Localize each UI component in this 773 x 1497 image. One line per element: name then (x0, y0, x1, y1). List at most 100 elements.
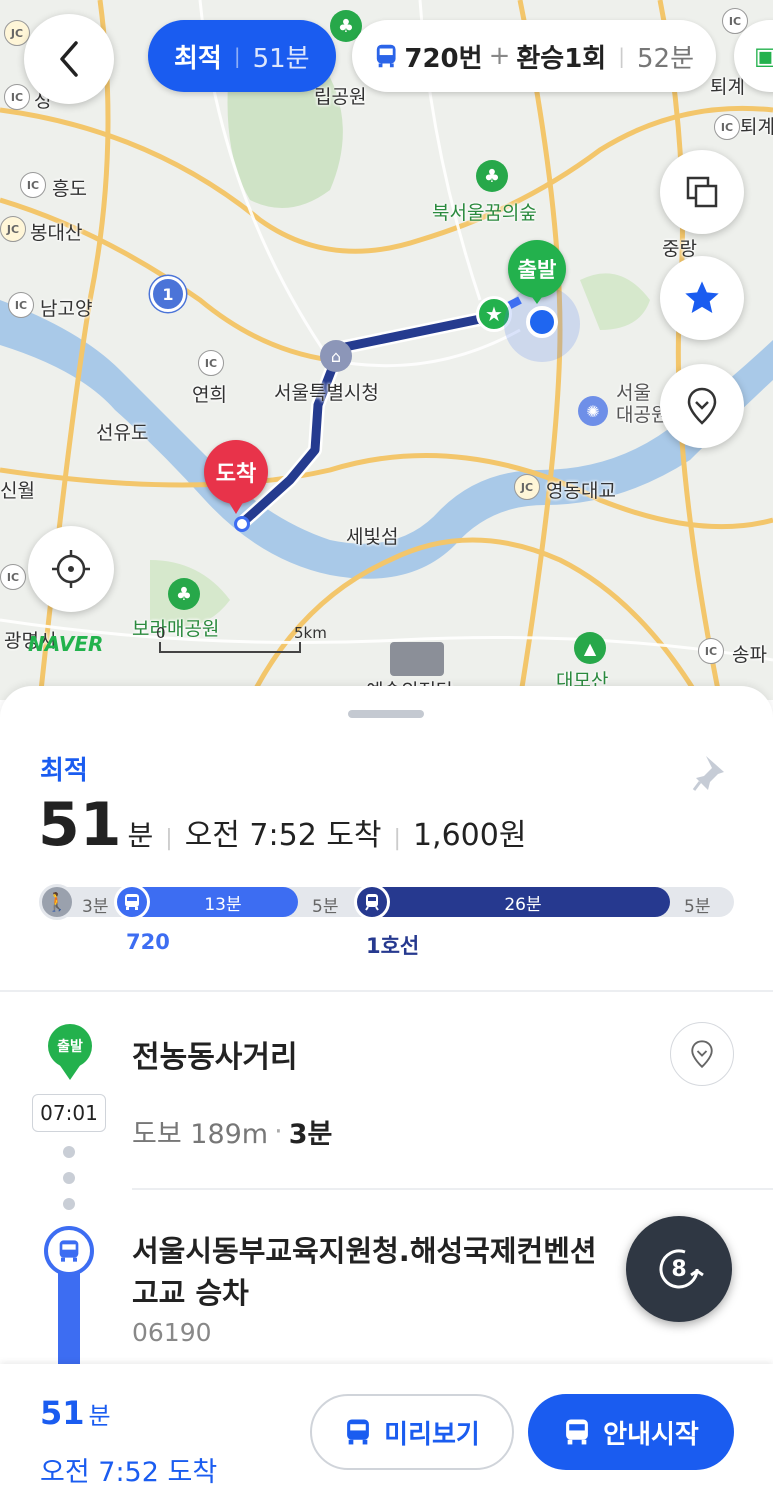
divider (132, 1188, 773, 1190)
back-button[interactable] (24, 14, 114, 104)
tab-bus-time: 52분 (636, 43, 694, 74)
bus-stop-icon (44, 1226, 94, 1276)
start-stop-name: 전농동사거리 (132, 1040, 298, 1075)
footer-duration: 51 분 (40, 1394, 111, 1432)
walk-time-2: 5분 (312, 897, 339, 917)
bus-icon (376, 44, 396, 68)
map-pin-icon (691, 1040, 713, 1069)
tab-best-label: 최적 (174, 43, 222, 74)
end-marker[interactable]: 도착 (204, 440, 268, 504)
preview-button[interactable]: 미리보기 (310, 1394, 514, 1470)
mountain-icon: ▲ (574, 632, 606, 664)
chevron-left-icon (60, 41, 78, 77)
walk-time-1: 3분 (82, 897, 109, 917)
walk-dot (63, 1198, 75, 1210)
walk-icon: 🚶 (39, 884, 75, 920)
train-icon: ▣ (754, 42, 773, 70)
ic-badge: IC (20, 172, 46, 198)
route-shield: 1 (150, 276, 186, 312)
tab-transfer: 환승1회 (516, 43, 607, 74)
ic-badge: IC (0, 564, 26, 590)
route-end-point (234, 516, 250, 532)
pushpin-icon (692, 756, 724, 791)
drag-handle[interactable] (348, 710, 424, 718)
ic-badge: IC (4, 84, 30, 110)
subway-line-label: 1호선 (366, 934, 420, 958)
start-badge: 출발 (48, 1024, 92, 1068)
divider (0, 990, 773, 992)
favorite-button[interactable] (660, 256, 744, 340)
scale-label: 5km (294, 624, 327, 642)
footer-minutes-unit: 분 (88, 1402, 111, 1430)
bus-icon (114, 884, 150, 920)
ic-badge: IC (8, 292, 34, 318)
map-label-seonyudo: 선유도 (96, 422, 149, 444)
layers-button[interactable] (660, 150, 744, 234)
start-location-button[interactable] (670, 1022, 734, 1086)
start-marker-pin (527, 290, 547, 304)
map-label-toegye: 퇴계 (740, 116, 773, 138)
divider: | (393, 826, 401, 851)
boarding-stop-name: 서울시동부교육지원청.해성국제컨벤션 고교 승차 (132, 1234, 597, 1310)
start-navigation-button[interactable]: 안내시작 (528, 1394, 734, 1470)
map-label-namgoyang: 남고양 (40, 298, 93, 320)
tab-best-route[interactable]: 최적 | 51분 (148, 20, 336, 92)
ic-badge: IC (714, 114, 740, 140)
walk-time-3: 5분 (684, 897, 711, 917)
location-pin-button[interactable] (660, 364, 744, 448)
map-label-yeongdong-bridge: 영동대교 (546, 480, 616, 502)
jc-badge: JC (0, 216, 26, 242)
map-label-bongdaesan: 봉대산 (30, 222, 83, 244)
park-icon: ♣ (476, 160, 508, 192)
scale-zero-label: 0 (156, 624, 166, 642)
preview-label: 미리보기 (384, 1419, 480, 1450)
map-label-sinwol: 신월 (0, 480, 35, 502)
map-pin-icon (687, 387, 717, 425)
subway-segment: 26분 (356, 887, 670, 917)
government-building-icon: ⌂ (320, 340, 352, 372)
divider: | (165, 826, 173, 851)
ferris-wheel-icon: ✺ (578, 396, 608, 426)
map-label-boramae-park: 보라매공원 (132, 618, 220, 640)
bus-icon (566, 1419, 589, 1445)
end-marker-pin (225, 496, 247, 514)
tab-bus-route[interactable]: 720번 + 환승1회 | 52분 (352, 20, 716, 92)
walk-instruction: 도보 189m · 3분 (132, 1112, 332, 1151)
map-label-songpa: 송파 (732, 644, 767, 666)
refresh-count: 8 (671, 1256, 687, 1282)
pin-button[interactable] (692, 752, 728, 798)
map-background (0, 0, 773, 700)
crosshair-icon (52, 550, 90, 588)
my-location-button[interactable] (28, 526, 114, 612)
departure-time-badge: 07:01 (32, 1094, 106, 1132)
map-label-seoul-cityhall: 서울특별시청 (274, 382, 379, 404)
boarding-stop-id: 06190 (132, 1318, 212, 1347)
tab-divider: | (618, 44, 625, 68)
bus-segment-time: 13분 (204, 894, 242, 915)
total-minutes: 51 (38, 790, 122, 860)
map-label-rip-park: 립공원 (314, 86, 367, 108)
bus-icon (347, 1419, 370, 1445)
art-center-building-icon (390, 642, 444, 676)
refresh-button[interactable]: 8 (626, 1216, 732, 1322)
park-icon: ♣ (168, 578, 200, 610)
walk-duration: 3분 (288, 1119, 333, 1150)
subway-segment-time: 26분 (504, 894, 542, 915)
start-badge-pin (59, 1064, 81, 1080)
map-label-sebitseom: 세빛섬 (346, 526, 399, 548)
fare: 1,600원 (412, 818, 527, 853)
jc-badge: JC (514, 474, 540, 500)
map-label-heungdo: 흥도 (52, 178, 87, 200)
walk-separator: · (274, 1116, 283, 1147)
map-view[interactable]: 흥도 봉대산 남고양 연희 선유도 서울특별시청 북서울꿈의숲 중랑 영동대교 … (0, 0, 773, 700)
footer-minutes: 51 (40, 1394, 85, 1432)
footer-arrival: 오전 7:52 도착 (40, 1457, 218, 1488)
walk-dot (63, 1146, 75, 1158)
tab-divider: | (233, 44, 241, 68)
current-location-dot (526, 306, 558, 338)
layers-icon (686, 176, 718, 208)
route-tag: 최적 (40, 756, 88, 786)
tab-plus: + (488, 41, 511, 71)
start-navigation-label: 안내시작 (603, 1419, 699, 1450)
ic-badge: IC (198, 350, 224, 376)
